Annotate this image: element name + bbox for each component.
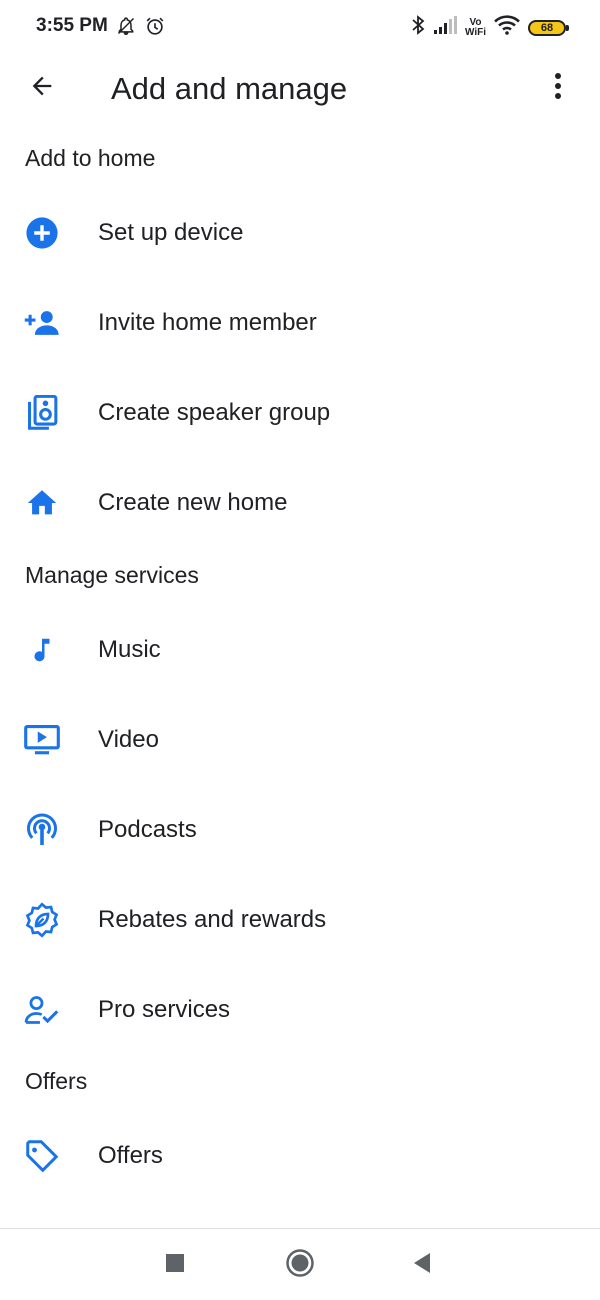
video-item[interactable]: Video — [0, 700, 600, 780]
status-time: 3:55 PM — [36, 15, 108, 36]
person-add-icon — [22, 303, 62, 343]
arrow-back-icon — [28, 72, 56, 105]
offers-item[interactable]: Offers — [0, 1116, 600, 1196]
music-note-icon — [22, 630, 62, 670]
podcast-icon — [22, 810, 62, 850]
battery-tip — [566, 24, 569, 31]
video-label: Video — [98, 726, 159, 753]
podcasts-item[interactable]: Podcasts — [0, 790, 600, 870]
status-left-icons — [116, 15, 166, 42]
create-speaker-group-item[interactable]: Create speaker group — [0, 373, 600, 453]
set-up-device-item[interactable]: Set up device — [0, 193, 600, 273]
rebates-and-rewards-label: Rebates and rewards — [98, 906, 327, 933]
pro-services-item[interactable]: Pro services — [0, 970, 600, 1050]
create-new-home-label: Create new home — [98, 489, 288, 516]
section-header-offers: Offers — [25, 1068, 88, 1094]
podcasts-label: Podcasts — [98, 816, 197, 843]
music-item[interactable]: Music — [0, 610, 600, 690]
offers-label: Offers — [98, 1142, 163, 1169]
home-nav-button[interactable] — [278, 1243, 322, 1287]
create-new-home-item[interactable]: Create new home — [0, 463, 600, 543]
bluetooth-icon — [411, 14, 425, 41]
circle-icon — [285, 1248, 315, 1283]
set-up-device-label: Set up device — [98, 219, 244, 246]
music-label: Music — [98, 636, 161, 663]
vowifi-indicator: Vo WiFi — [464, 16, 486, 38]
invite-home-member-label: Invite home member — [98, 309, 317, 336]
app-bar: Add and manage — [0, 56, 600, 120]
add-and-manage-screen: 3:55 PM Vo WiFi 68 Add and manage Add to… — [0, 0, 600, 1300]
alarm-icon — [144, 15, 166, 42]
back-nav-button[interactable] — [400, 1243, 444, 1287]
section-header-add-to-home: Add to home — [25, 145, 156, 171]
more-vert-icon — [554, 72, 562, 105]
square-icon — [165, 1253, 185, 1278]
wifi-icon — [494, 15, 520, 40]
invite-home-member-item[interactable]: Invite home member — [0, 283, 600, 363]
battery-level: 68 — [540, 21, 554, 34]
signal-icon — [433, 16, 457, 39]
notifications-off-icon — [116, 15, 136, 42]
page-title: Add and manage — [111, 71, 348, 106]
create-speaker-group-label: Create speaker group — [98, 399, 331, 426]
battery-indicator: 68 — [528, 19, 569, 36]
rewards-icon — [22, 900, 62, 940]
home-icon — [22, 483, 62, 523]
status-bar: 3:55 PM Vo WiFi 68 — [0, 0, 600, 56]
back-button[interactable] — [20, 66, 64, 110]
recents-button[interactable] — [153, 1243, 197, 1287]
triangle-back-icon — [412, 1252, 432, 1279]
speaker-group-icon — [22, 393, 62, 433]
section-header-manage-services: Manage services — [25, 562, 199, 588]
system-navigation-bar — [0, 1229, 600, 1300]
video-icon — [22, 720, 62, 760]
pro-services-label: Pro services — [98, 996, 231, 1023]
rebates-and-rewards-item[interactable]: Rebates and rewards — [0, 880, 600, 960]
status-right-icons: Vo WiFi 68 — [411, 14, 569, 41]
add-circle-icon — [22, 213, 62, 253]
pro-services-icon — [22, 990, 62, 1030]
more-options-button[interactable] — [536, 66, 580, 110]
tag-icon — [22, 1136, 62, 1176]
